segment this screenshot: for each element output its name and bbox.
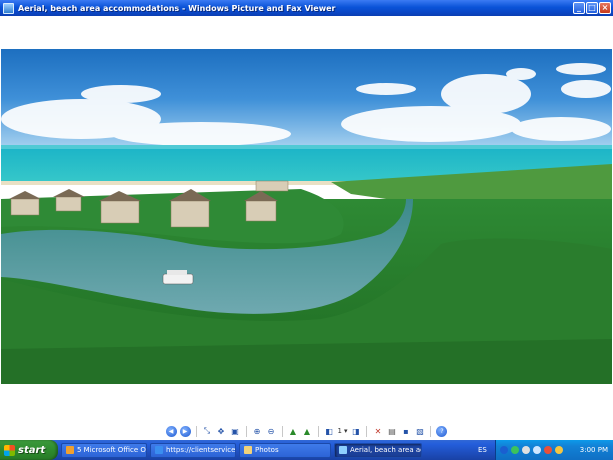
page-number: 1 xyxy=(337,427,342,435)
messenger-icon[interactable] xyxy=(511,446,519,454)
open-in-editor-icon[interactable]: ▧ xyxy=(414,426,425,437)
toolbar-divider xyxy=(281,425,283,437)
photo-image xyxy=(1,49,612,384)
viewer-toolbar: ◀ ▶ ⤡ ✥ ▣ ⊕ ⊖ ▲ ▲ ◧ 1 ▾ ◨ ✕ ▤ ▪ ▧ ? xyxy=(0,422,613,440)
delete-icon[interactable]: ✕ xyxy=(372,426,383,437)
start-label: start xyxy=(18,444,46,456)
toolbar-divider xyxy=(317,425,319,437)
minimize-button[interactable]: _ xyxy=(573,2,585,14)
language-indicator[interactable]: ES xyxy=(478,446,487,454)
system-tray: ES 3:00 PM xyxy=(478,440,613,460)
previous-image-icon[interactable]: ◀ xyxy=(165,425,177,437)
page-selector[interactable]: 1 ▾ xyxy=(338,427,348,435)
save-icon[interactable]: ▪ xyxy=(400,426,411,437)
window-controls: _ □ × xyxy=(573,2,611,14)
taskbar-item-label: Photos xyxy=(255,446,279,454)
next-page-icon[interactable]: ◨ xyxy=(350,426,361,437)
displayed-photo xyxy=(1,49,612,384)
update-icon[interactable] xyxy=(555,446,563,454)
rotate-clockwise-icon[interactable]: ▲ xyxy=(288,426,299,437)
folder-icon xyxy=(244,446,252,454)
picture-viewer-screen: Aerial, beach area accommodations - Wind… xyxy=(0,0,613,460)
zoom-in-icon[interactable]: ⊕ xyxy=(252,426,263,437)
taskbar-item-office[interactable]: 5 Microsoft Office O... xyxy=(61,442,147,458)
clock[interactable]: 3:00 PM xyxy=(580,446,608,454)
close-button[interactable]: × xyxy=(599,2,611,14)
office-icon xyxy=(66,446,74,454)
security-icon[interactable] xyxy=(544,446,552,454)
network-icon[interactable] xyxy=(533,446,541,454)
toolbar-divider xyxy=(366,425,368,437)
picture-viewer-app-icon[interactable] xyxy=(3,2,14,14)
picture-viewer-icon xyxy=(339,446,347,454)
previous-page-icon[interactable]: ◧ xyxy=(324,426,335,437)
help-icon[interactable]: ? xyxy=(436,425,448,437)
toolbar-divider xyxy=(430,425,432,437)
browser-icon xyxy=(155,446,163,454)
taskbar-item-label: 5 Microsoft Office O... xyxy=(77,446,147,454)
taskbar-item-picture-viewer[interactable]: Aerial, beach area ac... xyxy=(334,442,422,458)
toolbar-divider xyxy=(195,425,197,437)
zoom-out-icon[interactable]: ⊖ xyxy=(266,426,277,437)
actual-size-icon[interactable]: ✥ xyxy=(216,426,227,437)
best-fit-icon[interactable]: ⤡ xyxy=(202,426,213,437)
chevron-down-icon: ▾ xyxy=(343,427,348,435)
rotate-counterclockwise-icon[interactable]: ▲ xyxy=(302,426,313,437)
print-icon[interactable]: ▤ xyxy=(386,426,397,437)
title-bar[interactable]: Aerial, beach area accommodations - Wind… xyxy=(0,0,613,16)
taskbar: start 5 Microsoft Office O... https://cl… xyxy=(0,440,613,460)
taskbar-item-label: Aerial, beach area ac... xyxy=(350,446,421,454)
slideshow-icon[interactable]: ▣ xyxy=(230,426,241,437)
next-image-icon[interactable]: ▶ xyxy=(179,425,191,437)
maximize-button[interactable]: □ xyxy=(586,2,598,14)
taskbar-item-label: https://clientservices... xyxy=(166,446,236,454)
taskbar-item-photos[interactable]: Photos xyxy=(239,442,331,458)
taskbar-item-browser[interactable]: https://clientservices... xyxy=(150,442,236,458)
windows-logo-icon xyxy=(4,444,15,456)
window-title: Aerial, beach area accommodations - Wind… xyxy=(18,3,336,13)
start-button[interactable]: start xyxy=(0,440,58,460)
volume-icon[interactable] xyxy=(522,446,530,454)
toolbar-divider xyxy=(245,425,247,437)
bluetooth-icon[interactable] xyxy=(500,446,508,454)
